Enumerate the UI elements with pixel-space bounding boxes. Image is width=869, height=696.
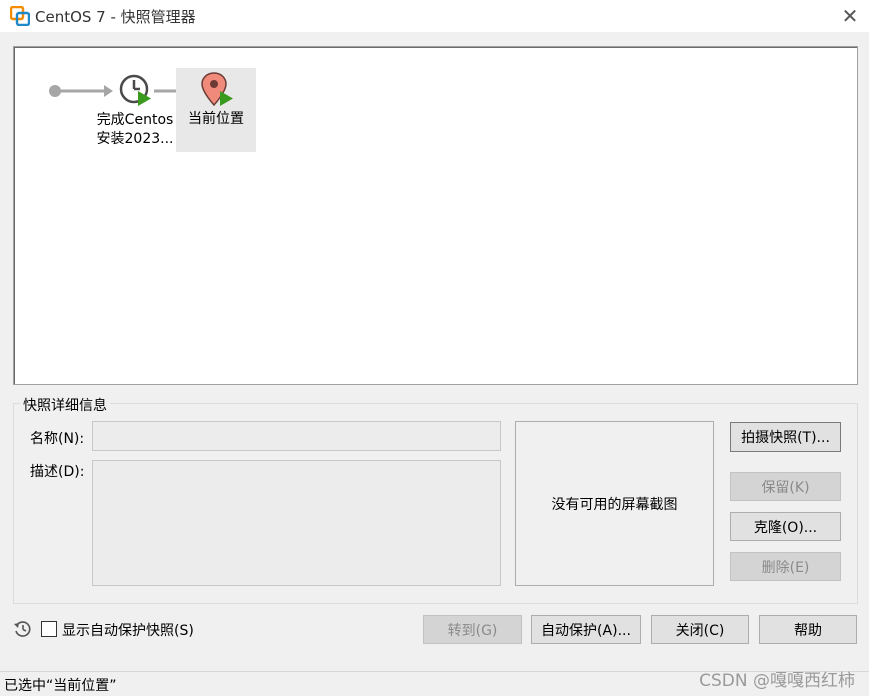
current-position-label: 当前位置 [188,111,244,127]
name-label: 名称(N): [30,431,85,447]
description-field[interactable] [92,460,501,586]
location-pin-icon [201,72,233,107]
show-autosave-checkbox[interactable] [41,621,57,637]
clock-icon [119,74,151,106]
no-screenshot-text: 没有可用的屏幕截图 [551,496,678,513]
keep-button[interactable]: 保留(K) [730,472,841,501]
clone-button[interactable]: 克隆(O)... [730,512,841,541]
help-button[interactable]: 帮助 [759,615,857,644]
snapshot-label-line1: 完成Centos [96,112,174,128]
snapshot-label-line2: 安装2023... [96,131,174,147]
history-icon [14,621,31,637]
take-snapshot-button[interactable]: 拍摄快照(T)... [730,422,841,452]
title-bar: CentOS 7 - 快照管理器 ✕ [0,0,869,32]
goto-button[interactable]: 转到(G) [423,615,522,644]
current-position-node[interactable]: 当前位置 [176,68,256,152]
close-window-button[interactable]: ✕ [838,4,862,28]
screenshot-preview: 没有可用的屏幕截图 [515,421,714,586]
watermark: CSDN @嘎嘎西红柿 [699,671,855,691]
delete-button[interactable]: 删除(E) [730,552,841,581]
snapshot-tree-canvas[interactable]: 完成Centos 安装2023... 当前位置 [13,46,858,385]
show-autosave-label[interactable]: 显示自动保护快照(S) [62,620,194,640]
snapshot-details-title: 快照详细信息 [20,395,110,415]
window-title: CentOS 7 - 快照管理器 [35,8,196,26]
close-button[interactable]: 关闭(C) [651,615,749,644]
status-text: 已选中“当前位置” [4,678,117,694]
autoprotect-button[interactable]: 自动保护(A)... [531,615,641,644]
snapshot-node[interactable]: 完成Centos 安装2023... [92,71,178,151]
vmware-icon [10,6,30,26]
description-label: 描述(D): [30,464,85,480]
name-field[interactable] [92,421,501,451]
